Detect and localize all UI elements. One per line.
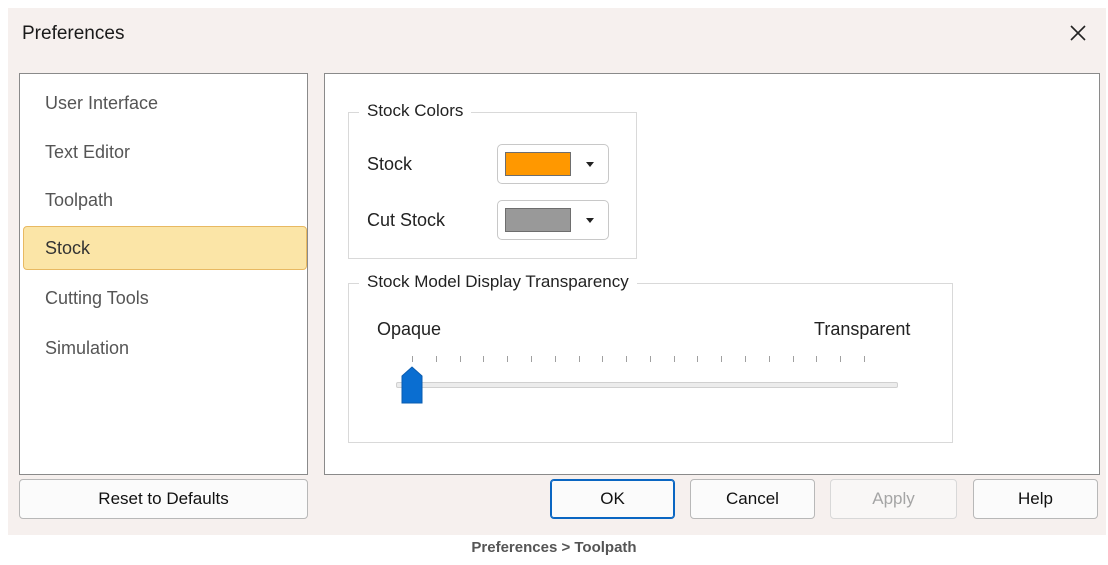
nav-item-user-interface[interactable]: User Interface [23, 81, 307, 125]
category-list: User Interface Text Editor Toolpath Stoc… [19, 73, 308, 475]
slider-max-label: Transparent [814, 319, 911, 339]
transparency-group: Stock Model Display Transparency [348, 272, 953, 443]
window-title: Preferences [22, 23, 125, 44]
cut-stock-color-swatch [505, 208, 571, 232]
apply-button[interactable]: Apply [830, 479, 957, 519]
slider-tick [483, 356, 485, 362]
nav-item-toolpath[interactable]: Toolpath [23, 178, 307, 222]
slider-tick [602, 356, 604, 362]
slider-tick [554, 356, 556, 362]
figure-caption: Preferences > Toolpath [471, 539, 637, 556]
slider-tick [530, 356, 532, 362]
chevron-down-icon [586, 162, 594, 167]
slider-min-label: Opaque [377, 319, 442, 339]
slider-tick [435, 356, 437, 362]
slider-tick [649, 356, 651, 362]
help-button[interactable]: Help [973, 479, 1098, 519]
slider-tick [864, 356, 865, 362]
stock-color-label: Stock [367, 154, 413, 174]
transparency-slider-thumb[interactable] [401, 366, 423, 404]
slider-tick [459, 356, 461, 362]
nav-item-cutting-tools[interactable]: Cutting Tools [23, 276, 307, 320]
ok-button[interactable]: OK [550, 479, 675, 519]
slider-tick [745, 356, 747, 362]
slider-tick [507, 356, 509, 362]
nav-item-simulation[interactable]: Simulation [23, 326, 307, 370]
stock-colors-title: Stock Colors [359, 101, 472, 121]
slider-tick [626, 356, 628, 362]
slider-tick [792, 356, 794, 362]
nav-item-text-editor[interactable]: Text Editor [23, 130, 307, 174]
slider-tick [673, 356, 675, 362]
chevron-down-icon [586, 218, 594, 223]
close-icon[interactable] [1064, 19, 1092, 47]
stock-color-picker[interactable] [497, 144, 609, 184]
slider-tick [721, 356, 723, 362]
stock-color-swatch [505, 152, 571, 176]
slider-tick [840, 356, 842, 362]
slider-tick [816, 356, 818, 362]
slider-tick [768, 356, 770, 362]
cut-stock-color-picker[interactable] [497, 200, 609, 240]
nav-item-stock[interactable]: Stock [23, 226, 307, 270]
slider-tick [578, 356, 580, 362]
transparency-slider-track[interactable] [396, 382, 898, 388]
reset-to-defaults-button[interactable]: Reset to Defaults [19, 479, 308, 519]
cut-stock-color-label: Cut Stock [367, 210, 446, 230]
transparency-title: Stock Model Display Transparency [359, 272, 637, 292]
slider-tick [697, 356, 699, 362]
slider-tick [412, 356, 413, 362]
cancel-button[interactable]: Cancel [690, 479, 815, 519]
title-bar: Preferences [8, 8, 1106, 60]
